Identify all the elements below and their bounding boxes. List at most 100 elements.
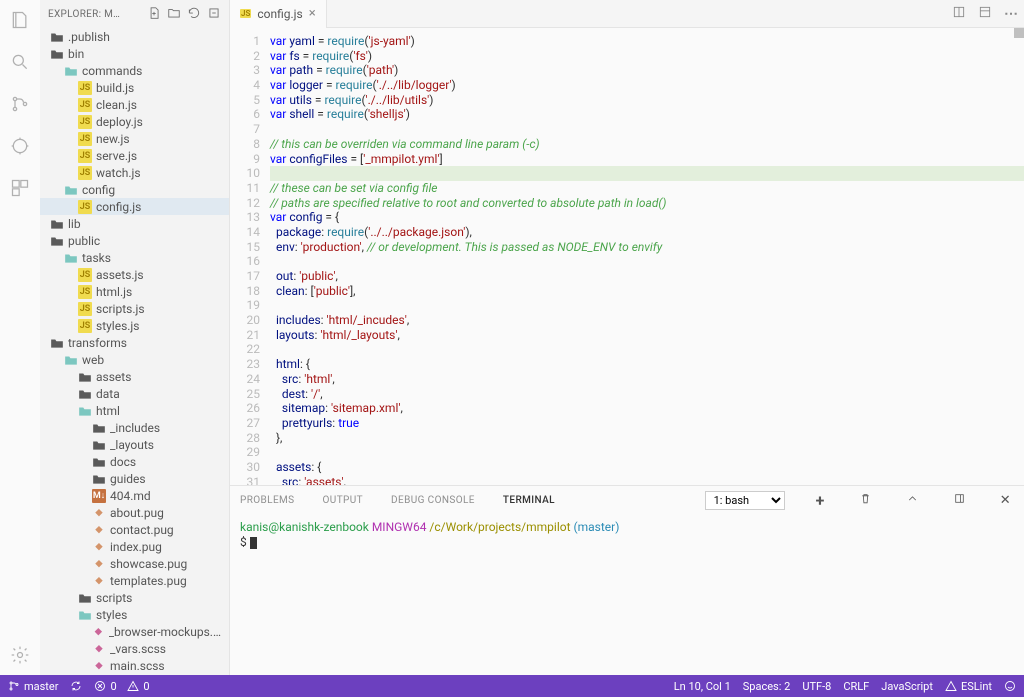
panel-maximize-icon[interactable] xyxy=(903,492,922,508)
refresh-icon[interactable] xyxy=(187,6,201,23)
tree-item--includes[interactable]: _includes xyxy=(40,419,229,436)
new-folder-icon[interactable] xyxy=(167,6,181,23)
tree-item-new-js[interactable]: JSnew.js xyxy=(40,130,229,147)
status-language[interactable]: JavaScript xyxy=(881,680,933,693)
code-line-4[interactable]: var logger = require('./../lib/logger') xyxy=(270,78,1024,93)
source-control-icon[interactable] xyxy=(8,92,32,116)
status-sync[interactable] xyxy=(70,680,82,692)
code-line-30[interactable]: assets: { xyxy=(270,460,1024,475)
code-line-3[interactable]: var path = require('path') xyxy=(270,63,1024,78)
files-icon[interactable] xyxy=(8,8,32,32)
tree-item-404-md[interactable]: M↓404.md xyxy=(40,487,229,504)
tree-item-commands[interactable]: commands xyxy=(40,62,229,79)
panel-close-icon[interactable]: ✕ xyxy=(997,493,1014,508)
tree-item-public[interactable]: public xyxy=(40,232,229,249)
tree-item-contact-pug[interactable]: ◆contact.pug xyxy=(40,521,229,538)
code-line-24[interactable]: src: 'html', xyxy=(270,372,1024,387)
tree-item-styles-js[interactable]: JSstyles.js xyxy=(40,317,229,334)
search-icon[interactable] xyxy=(8,50,32,74)
code-line-28[interactable]: }, xyxy=(270,431,1024,446)
layout-icon[interactable] xyxy=(972,5,998,22)
code-line-31[interactable]: src: 'assets', xyxy=(270,475,1024,485)
panel-tab-problems[interactable]: PROBLEMS xyxy=(240,495,295,506)
tree-item-scripts-js[interactable]: JSscripts.js xyxy=(40,300,229,317)
code-line-23[interactable]: html: { xyxy=(270,357,1024,372)
tree-item-styles[interactable]: styles xyxy=(40,606,229,623)
code-line-11[interactable]: // these can be set via config file xyxy=(270,181,1024,196)
status-branch[interactable]: master xyxy=(8,680,58,693)
tab-close-icon[interactable]: × xyxy=(309,6,316,21)
tree-item-assets[interactable]: assets xyxy=(40,368,229,385)
code-line-26[interactable]: sitemap: 'sitemap.xml', xyxy=(270,401,1024,416)
tree-item-web[interactable]: web xyxy=(40,351,229,368)
tree-item-lib[interactable]: lib xyxy=(40,215,229,232)
code-line-5[interactable]: var utils = require('./../lib/utils') xyxy=(270,93,1024,108)
tree-item-about-pug[interactable]: ◆about.pug xyxy=(40,504,229,521)
tree-item-html[interactable]: html xyxy=(40,402,229,419)
status-eslint[interactable]: ESLint xyxy=(945,680,992,693)
tree-item-tasks[interactable]: tasks xyxy=(40,249,229,266)
code-line-27[interactable]: prettyurls: true xyxy=(270,416,1024,431)
tree-item-scripts[interactable]: scripts xyxy=(40,589,229,606)
tree-item-watch-js[interactable]: JSwatch.js xyxy=(40,164,229,181)
tree-item-templates-pug[interactable]: ◆templates.pug xyxy=(40,572,229,589)
code-line-9[interactable]: var configFiles = ['_mmpilot.yml'] xyxy=(270,152,1024,167)
settings-gear-icon[interactable] xyxy=(8,643,32,667)
split-editor-icon[interactable] xyxy=(946,5,972,22)
more-actions-icon[interactable]: ⋯ xyxy=(998,6,1024,22)
code-line-19[interactable] xyxy=(270,298,1024,313)
code-line-20[interactable]: includes: 'html/_incudes', xyxy=(270,313,1024,328)
tree-item--vars-scss[interactable]: ◆_vars.scss xyxy=(40,640,229,657)
status-eol[interactable]: CRLF xyxy=(843,680,869,693)
code-line-6[interactable]: var shell = require('shelljs') xyxy=(270,107,1024,122)
new-terminal-icon[interactable]: + xyxy=(813,491,828,510)
code-line-13[interactable]: var config = { xyxy=(270,210,1024,225)
debug-icon[interactable] xyxy=(8,134,32,158)
code-line-16[interactable] xyxy=(270,254,1024,269)
tree-item-serve-js[interactable]: JSserve.js xyxy=(40,147,229,164)
code-line-29[interactable] xyxy=(270,445,1024,460)
code-line-25[interactable]: dest: '/', xyxy=(270,387,1024,402)
tree-item--layouts[interactable]: _layouts xyxy=(40,436,229,453)
code-editor[interactable]: 1234567891011121314151617181920212223242… xyxy=(230,28,1024,485)
panel-tab-output[interactable]: OUTPUT xyxy=(323,495,364,506)
code-line-22[interactable] xyxy=(270,342,1024,357)
code-line-7[interactable] xyxy=(270,122,1024,137)
editor-scrollbar[interactable] xyxy=(1014,28,1024,485)
panel-tab-debug-console[interactable]: DEBUG CONSOLE xyxy=(391,495,475,506)
collapse-all-icon[interactable] xyxy=(207,6,221,23)
terminal-output[interactable]: kanis@kanishk-zenbook MINGW64 /c/Work/pr… xyxy=(230,514,1024,675)
tree-item-bin[interactable]: bin xyxy=(40,45,229,62)
file-tree[interactable]: .publishbincommandsJSbuild.jsJSclean.jsJ… xyxy=(40,28,229,675)
tree-item-assets-js[interactable]: JSassets.js xyxy=(40,266,229,283)
tree-item-data[interactable]: data xyxy=(40,385,229,402)
status-spaces[interactable]: Spaces: 2 xyxy=(743,680,791,693)
tree-item-transforms[interactable]: transforms xyxy=(40,334,229,351)
code-line-18[interactable]: clean: ['public'], xyxy=(270,284,1024,299)
tree-item--browser-mockups-scss[interactable]: ◆_browser-mockups.scss xyxy=(40,623,229,640)
tree-item-html-js[interactable]: JShtml.js xyxy=(40,283,229,300)
code-line-8[interactable]: // this can be overriden via command lin… xyxy=(270,137,1024,152)
tab-config-js[interactable]: JS config.js × xyxy=(230,0,327,28)
panel-tab-terminal[interactable]: TERMINAL xyxy=(503,495,555,506)
tree-item-guides[interactable]: guides xyxy=(40,470,229,487)
tree-item-docs[interactable]: docs xyxy=(40,453,229,470)
tree-item-deploy-js[interactable]: JSdeploy.js xyxy=(40,113,229,130)
status-feedback-icon[interactable] xyxy=(1004,680,1016,692)
code-line-10[interactable] xyxy=(270,166,1024,181)
tree-item-index-pug[interactable]: ◆index.pug xyxy=(40,538,229,555)
tree-item-showcase-pug[interactable]: ◆showcase.pug xyxy=(40,555,229,572)
tree-item-config[interactable]: config xyxy=(40,181,229,198)
code-line-15[interactable]: env: 'production', // or development. Th… xyxy=(270,240,1024,255)
code-line-2[interactable]: var fs = require('fs') xyxy=(270,49,1024,64)
code-line-1[interactable]: var yaml = require('js-yaml') xyxy=(270,34,1024,49)
code-line-21[interactable]: layouts: 'html/_layouts', xyxy=(270,328,1024,343)
terminal-shell-select[interactable]: 1: bash xyxy=(705,491,785,510)
extensions-icon[interactable] xyxy=(8,176,32,200)
tree-item-main-scss[interactable]: ◆main.scss xyxy=(40,657,229,674)
tree-item-build-js[interactable]: JSbuild.js xyxy=(40,79,229,96)
status-encoding[interactable]: UTF-8 xyxy=(802,680,831,693)
panel-move-icon[interactable] xyxy=(950,492,969,508)
tree-item-clean-js[interactable]: JSclean.js xyxy=(40,96,229,113)
new-file-icon[interactable] xyxy=(147,6,161,23)
